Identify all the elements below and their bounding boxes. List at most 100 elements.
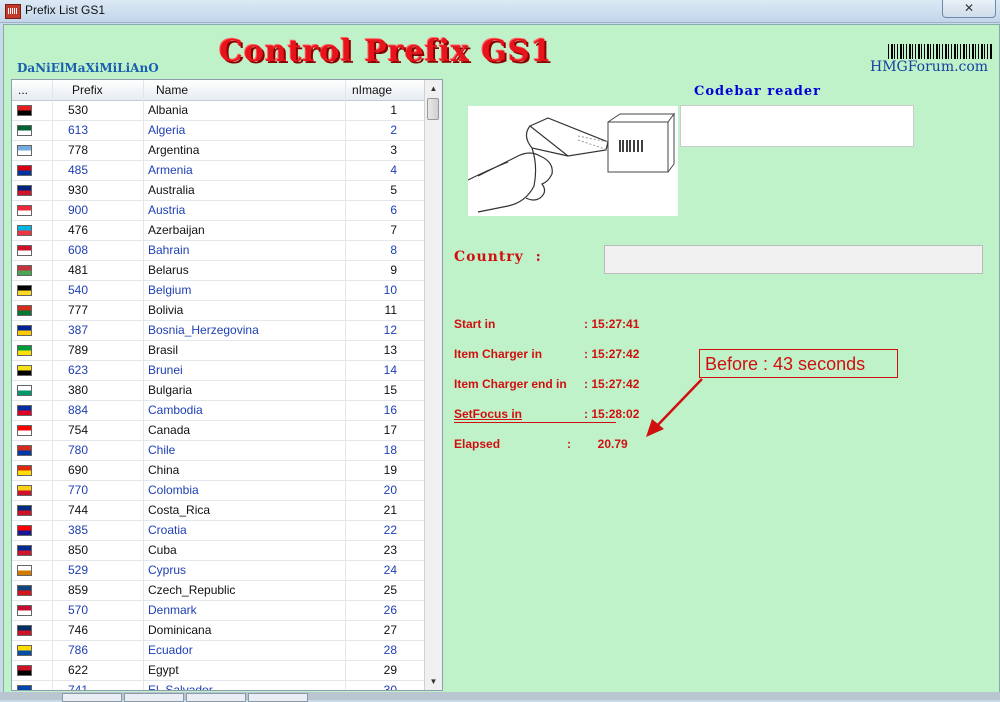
codebar-reader-label: Codebar reader xyxy=(694,84,822,99)
nimage-cell: 10 xyxy=(383,283,397,297)
window-titlebar: Prefix List GS1 ✕ xyxy=(0,0,1000,23)
timing-label: Item Charger end in xyxy=(454,377,567,391)
name-cell: Australia xyxy=(148,183,195,197)
table-row[interactable]: 789 Brasil 13 xyxy=(12,341,424,361)
flag-icon xyxy=(17,185,32,196)
table-row[interactable]: 770 Colombia 20 xyxy=(12,481,424,501)
prefix-cell: 540 xyxy=(68,283,89,297)
close-button[interactable]: ✕ xyxy=(942,0,996,18)
site-label: HMGForum.com xyxy=(870,59,989,75)
timing-separator: : xyxy=(584,377,588,391)
nimage-cell: 21 xyxy=(383,503,397,517)
nimage-cell: 30 xyxy=(383,683,397,691)
prefix-cell: 900 xyxy=(68,203,89,217)
prefix-cell: 746 xyxy=(68,623,89,637)
table-row[interactable]: 481 Belarus 9 xyxy=(12,261,424,281)
table-row[interactable]: 385 Croatia 22 xyxy=(12,521,424,541)
nimage-cell: 2 xyxy=(390,123,397,137)
table-row[interactable]: 850 Cuba 23 xyxy=(12,541,424,561)
table-row[interactable]: 540 Belgium 10 xyxy=(12,281,424,301)
name-cell: Dominicana xyxy=(148,623,212,637)
table-row[interactable]: 529 Cyprus 24 xyxy=(12,561,424,581)
flag-icon xyxy=(17,665,32,676)
column-header-name[interactable]: Name xyxy=(156,83,188,97)
table-row[interactable]: 777 Bolivia 11 xyxy=(12,301,424,321)
flag-icon xyxy=(17,625,32,636)
prefix-cell: 380 xyxy=(68,383,89,397)
flag-icon xyxy=(17,585,32,596)
table-row[interactable]: 485 Armenia 4 xyxy=(12,161,424,181)
flag-icon xyxy=(17,305,32,316)
table-row[interactable]: 741 El_Salvador 30 xyxy=(12,681,424,691)
nimage-cell: 24 xyxy=(383,563,397,577)
flag-icon xyxy=(17,325,32,336)
table-row[interactable]: 884 Cambodia 16 xyxy=(12,401,424,421)
table-row[interactable]: 608 Bahrain 8 xyxy=(12,241,424,261)
name-cell: Austria xyxy=(148,203,186,217)
name-cell: Egypt xyxy=(148,663,179,677)
name-cell: Bulgaria xyxy=(148,383,193,397)
grid-header: ... Prefix Name nImage xyxy=(12,80,424,101)
nimage-cell: 12 xyxy=(383,323,397,337)
table-row[interactable]: 622 Egypt 29 xyxy=(12,661,424,681)
scroll-thumb[interactable] xyxy=(427,98,439,120)
table-row[interactable]: 859 Czech_Republic 25 xyxy=(12,581,424,601)
nimage-cell: 6 xyxy=(390,203,397,217)
column-header-prefix[interactable]: Prefix xyxy=(72,83,103,97)
table-row[interactable]: 744 Costa_Rica 21 xyxy=(12,501,424,521)
table-row[interactable]: 780 Chile 18 xyxy=(12,441,424,461)
table-row[interactable]: 786 Ecuador 28 xyxy=(12,641,424,661)
taskbar-button[interactable] xyxy=(186,693,246,702)
name-cell: Brasil xyxy=(148,343,179,357)
taskbar-button[interactable] xyxy=(124,693,184,702)
country-label-separator: : xyxy=(535,249,542,265)
nimage-cell: 28 xyxy=(383,643,397,657)
table-row[interactable]: 746 Dominicana 27 xyxy=(12,621,424,641)
column-header-flag[interactable]: ... xyxy=(18,83,28,97)
name-cell: Denmark xyxy=(148,603,197,617)
grid-scrollbar[interactable]: ▲ ▼ xyxy=(424,80,442,690)
column-header-nimage[interactable]: nImage xyxy=(352,83,392,97)
table-row[interactable]: 476 Azerbaijan 7 xyxy=(12,221,424,241)
taskbar-button[interactable] xyxy=(62,693,122,702)
prefix-cell: 850 xyxy=(68,543,89,557)
name-cell: Argentina xyxy=(148,143,200,157)
table-row[interactable]: 778 Argentina 3 xyxy=(12,141,424,161)
prefix-cell: 884 xyxy=(68,403,89,417)
barcode-logo-icon xyxy=(888,44,992,59)
table-row[interactable]: 380 Bulgaria 15 xyxy=(12,381,424,401)
table-row[interactable]: 690 China 19 xyxy=(12,461,424,481)
table-row[interactable]: 623 Brunei 14 xyxy=(12,361,424,381)
name-cell: Ecuador xyxy=(148,643,193,657)
flag-icon xyxy=(17,645,32,656)
country-field[interactable] xyxy=(604,245,983,274)
table-row[interactable]: 613 Algeria 2 xyxy=(12,121,424,141)
flag-icon xyxy=(17,265,32,276)
app-icon xyxy=(5,4,21,19)
flag-icon xyxy=(17,125,32,136)
table-row[interactable]: 530 Albania 1 xyxy=(12,101,424,121)
taskbar-button[interactable] xyxy=(248,693,308,702)
window-title: Prefix List GS1 xyxy=(25,3,106,17)
nimage-cell: 14 xyxy=(383,363,397,377)
table-row[interactable]: 754 Canada 17 xyxy=(12,421,424,441)
table-row[interactable]: 387 Bosnia_Herzegovina 12 xyxy=(12,321,424,341)
name-cell: El_Salvador xyxy=(148,683,213,691)
table-row[interactable]: 900 Austria 6 xyxy=(12,201,424,221)
prefix-cell: 529 xyxy=(68,563,89,577)
timing-time: 15:27:41 xyxy=(591,317,640,331)
flag-icon xyxy=(17,385,32,396)
prefix-cell: 786 xyxy=(68,643,89,657)
table-row[interactable]: 570 Denmark 26 xyxy=(12,601,424,621)
nimage-cell: 16 xyxy=(383,403,397,417)
flag-icon xyxy=(17,145,32,156)
nimage-cell: 25 xyxy=(383,583,397,597)
prefix-grid[interactable]: ... Prefix Name nImage 530 Albania 1 613 Alg… xyxy=(11,79,443,691)
scroll-up-icon[interactable]: ▲ xyxy=(425,80,442,97)
flag-icon xyxy=(17,165,32,176)
timing-label: Start in xyxy=(454,317,496,331)
barcode-input[interactable] xyxy=(680,105,914,147)
author-label: DaNiElMaXiMiLiAnO xyxy=(17,61,159,75)
scroll-down-icon[interactable]: ▼ xyxy=(425,673,442,690)
table-row[interactable]: 930 Australia 5 xyxy=(12,181,424,201)
